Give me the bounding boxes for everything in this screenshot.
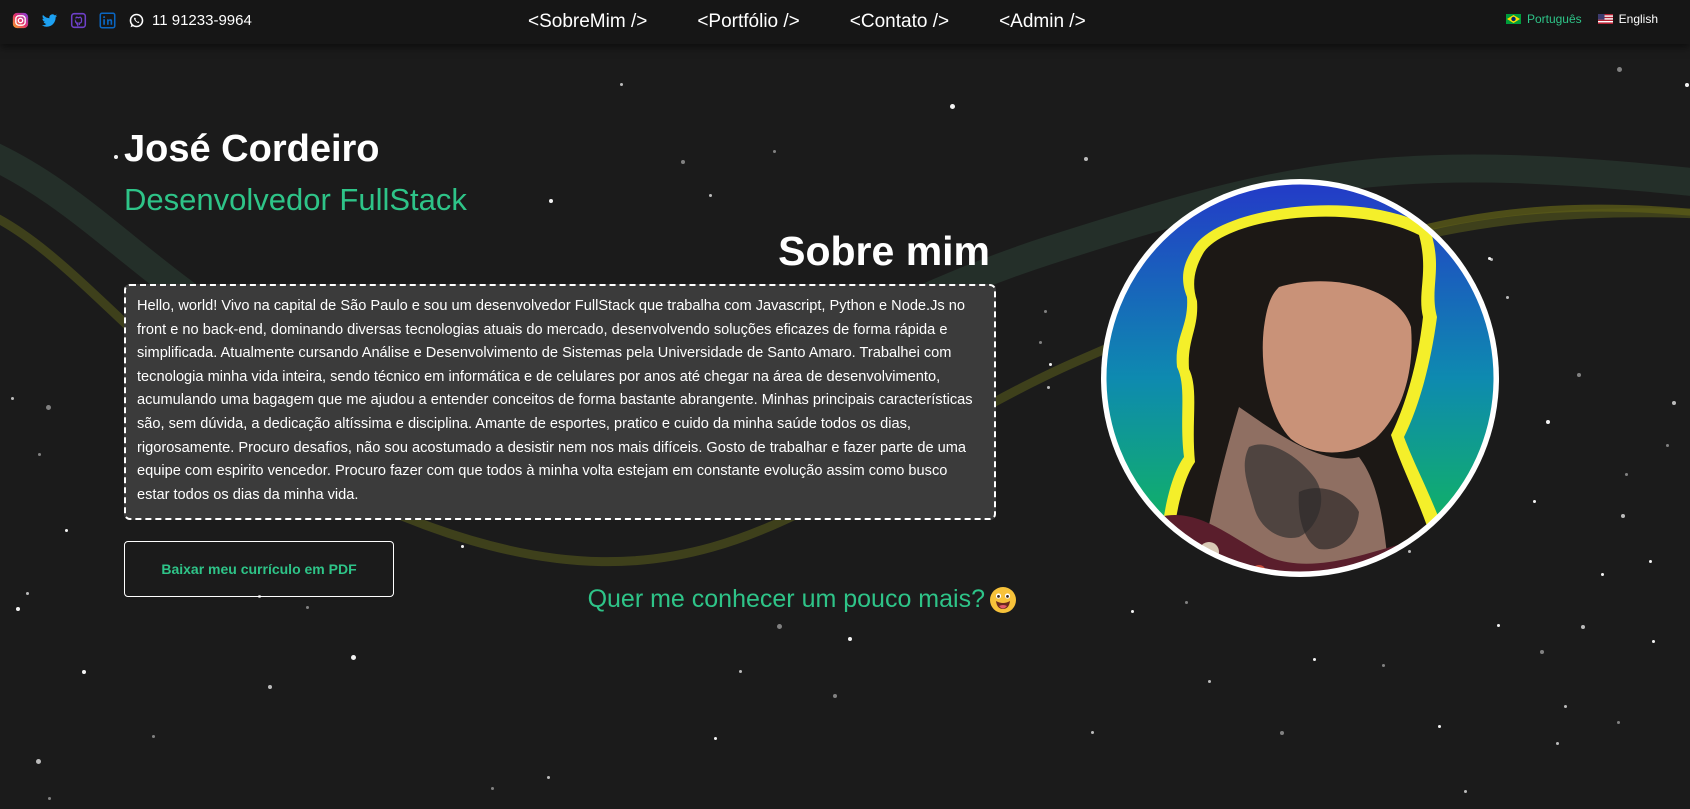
star-dot [491,787,494,790]
star-dot [714,737,717,740]
star-dot [1652,640,1655,643]
download-cv-button[interactable]: Baixar meu currículo em PDF [124,541,394,597]
star-dot [461,545,464,548]
star-dot [1617,67,1622,72]
star-dot [38,453,41,456]
star-dot [82,670,86,674]
instagram-icon[interactable] [12,12,29,29]
grinning-face-emoji [990,586,1016,613]
star-dot [739,670,742,673]
star-dot [681,160,685,164]
nav-item-contato[interactable]: <Contato /> [850,8,949,36]
star-dot [1084,157,1088,161]
star-dot [1131,610,1134,613]
star-dot [268,685,272,689]
social-links: 11 91233-9964 [12,10,252,30]
language-portuguese[interactable]: Português [1505,12,1582,26]
star-dot [773,150,776,153]
nav-item-admin[interactable]: <Admin /> [999,8,1086,36]
language-english-label: English [1618,12,1658,26]
about-section-title: Sobre mim [778,228,990,274]
twitter-icon[interactable] [41,12,58,29]
star-dot [1497,624,1500,627]
github-icon[interactable] [70,12,87,29]
star-dot [1280,731,1284,735]
star-dot [833,694,837,698]
nav-item-portfolio[interactable]: <Portfólio /> [697,8,799,36]
star-dot [1581,625,1585,629]
star-dot [1556,742,1559,745]
know-more-text: Quer me conhecer um pouco mais? [587,585,985,613]
top-navigation-bar: 11 91233-9964 <SobreMim /> <Portfólio />… [0,0,1690,44]
language-portuguese-label: Português [1526,12,1582,26]
developer-name: José Cordeiro [124,128,380,170]
star-dot [1672,401,1676,405]
star-dot [1685,83,1689,87]
star-dot [1382,664,1385,667]
nav-item-sobre-mim[interactable]: <SobreMim /> [528,8,647,36]
star-dot [848,637,852,641]
star-dot [306,606,309,609]
star-dot [1208,680,1211,683]
star-dot [36,759,41,764]
star-dot [1464,790,1467,793]
star-dot [11,397,14,400]
star-dot [1438,725,1441,728]
star-dot [16,607,20,611]
star-dot [1185,601,1188,604]
language-english[interactable]: English [1597,12,1658,26]
main-nav: <SobreMim /> <Portfólio /> <Contato /> <… [528,8,1086,36]
star-dot [1617,721,1620,724]
star-dot [620,83,623,86]
about-text: Hello, world! Vivo na capital de São Pau… [124,284,996,520]
star-dot [1601,573,1604,576]
star-dot [1577,373,1581,377]
star-dot [777,624,782,629]
star-dot [65,529,68,532]
star-dot [351,655,356,660]
star-dot [114,155,118,159]
star-dot [1625,473,1628,476]
star-dot [549,199,553,203]
star-dot [1666,444,1669,447]
star-dot [1047,386,1050,389]
star-dot [950,104,955,109]
star-dot [1533,500,1536,503]
star-dot [1091,731,1094,734]
whatsapp-icon[interactable] [128,12,145,29]
star-dot [1039,341,1042,344]
brazil-flag-icon [1505,14,1521,24]
star-dot [1540,650,1544,654]
star-dot [46,405,51,410]
know-more-link[interactable]: Quer me conhecer um pouco mais? [588,585,1017,614]
star-dot [1546,420,1550,424]
star-dot [48,797,51,800]
linkedin-icon[interactable] [99,12,116,29]
star-dot [1621,514,1625,518]
star-dot [152,735,155,738]
profile-photo-avatar [1101,179,1499,577]
star-dot [709,194,712,197]
star-dot [26,592,29,595]
usa-flag-icon [1597,14,1613,24]
phone-number: 11 91233-9964 [152,11,252,29]
star-dot [1649,560,1652,563]
star-dot [1044,310,1047,313]
star-dot [1564,705,1567,708]
developer-role: Desenvolvedor FullStack [124,182,467,217]
star-dot [1313,658,1316,661]
star-dot [1506,296,1509,299]
language-switcher: Português English [1505,12,1658,26]
star-dot [1049,363,1052,366]
star-dot [547,776,550,779]
